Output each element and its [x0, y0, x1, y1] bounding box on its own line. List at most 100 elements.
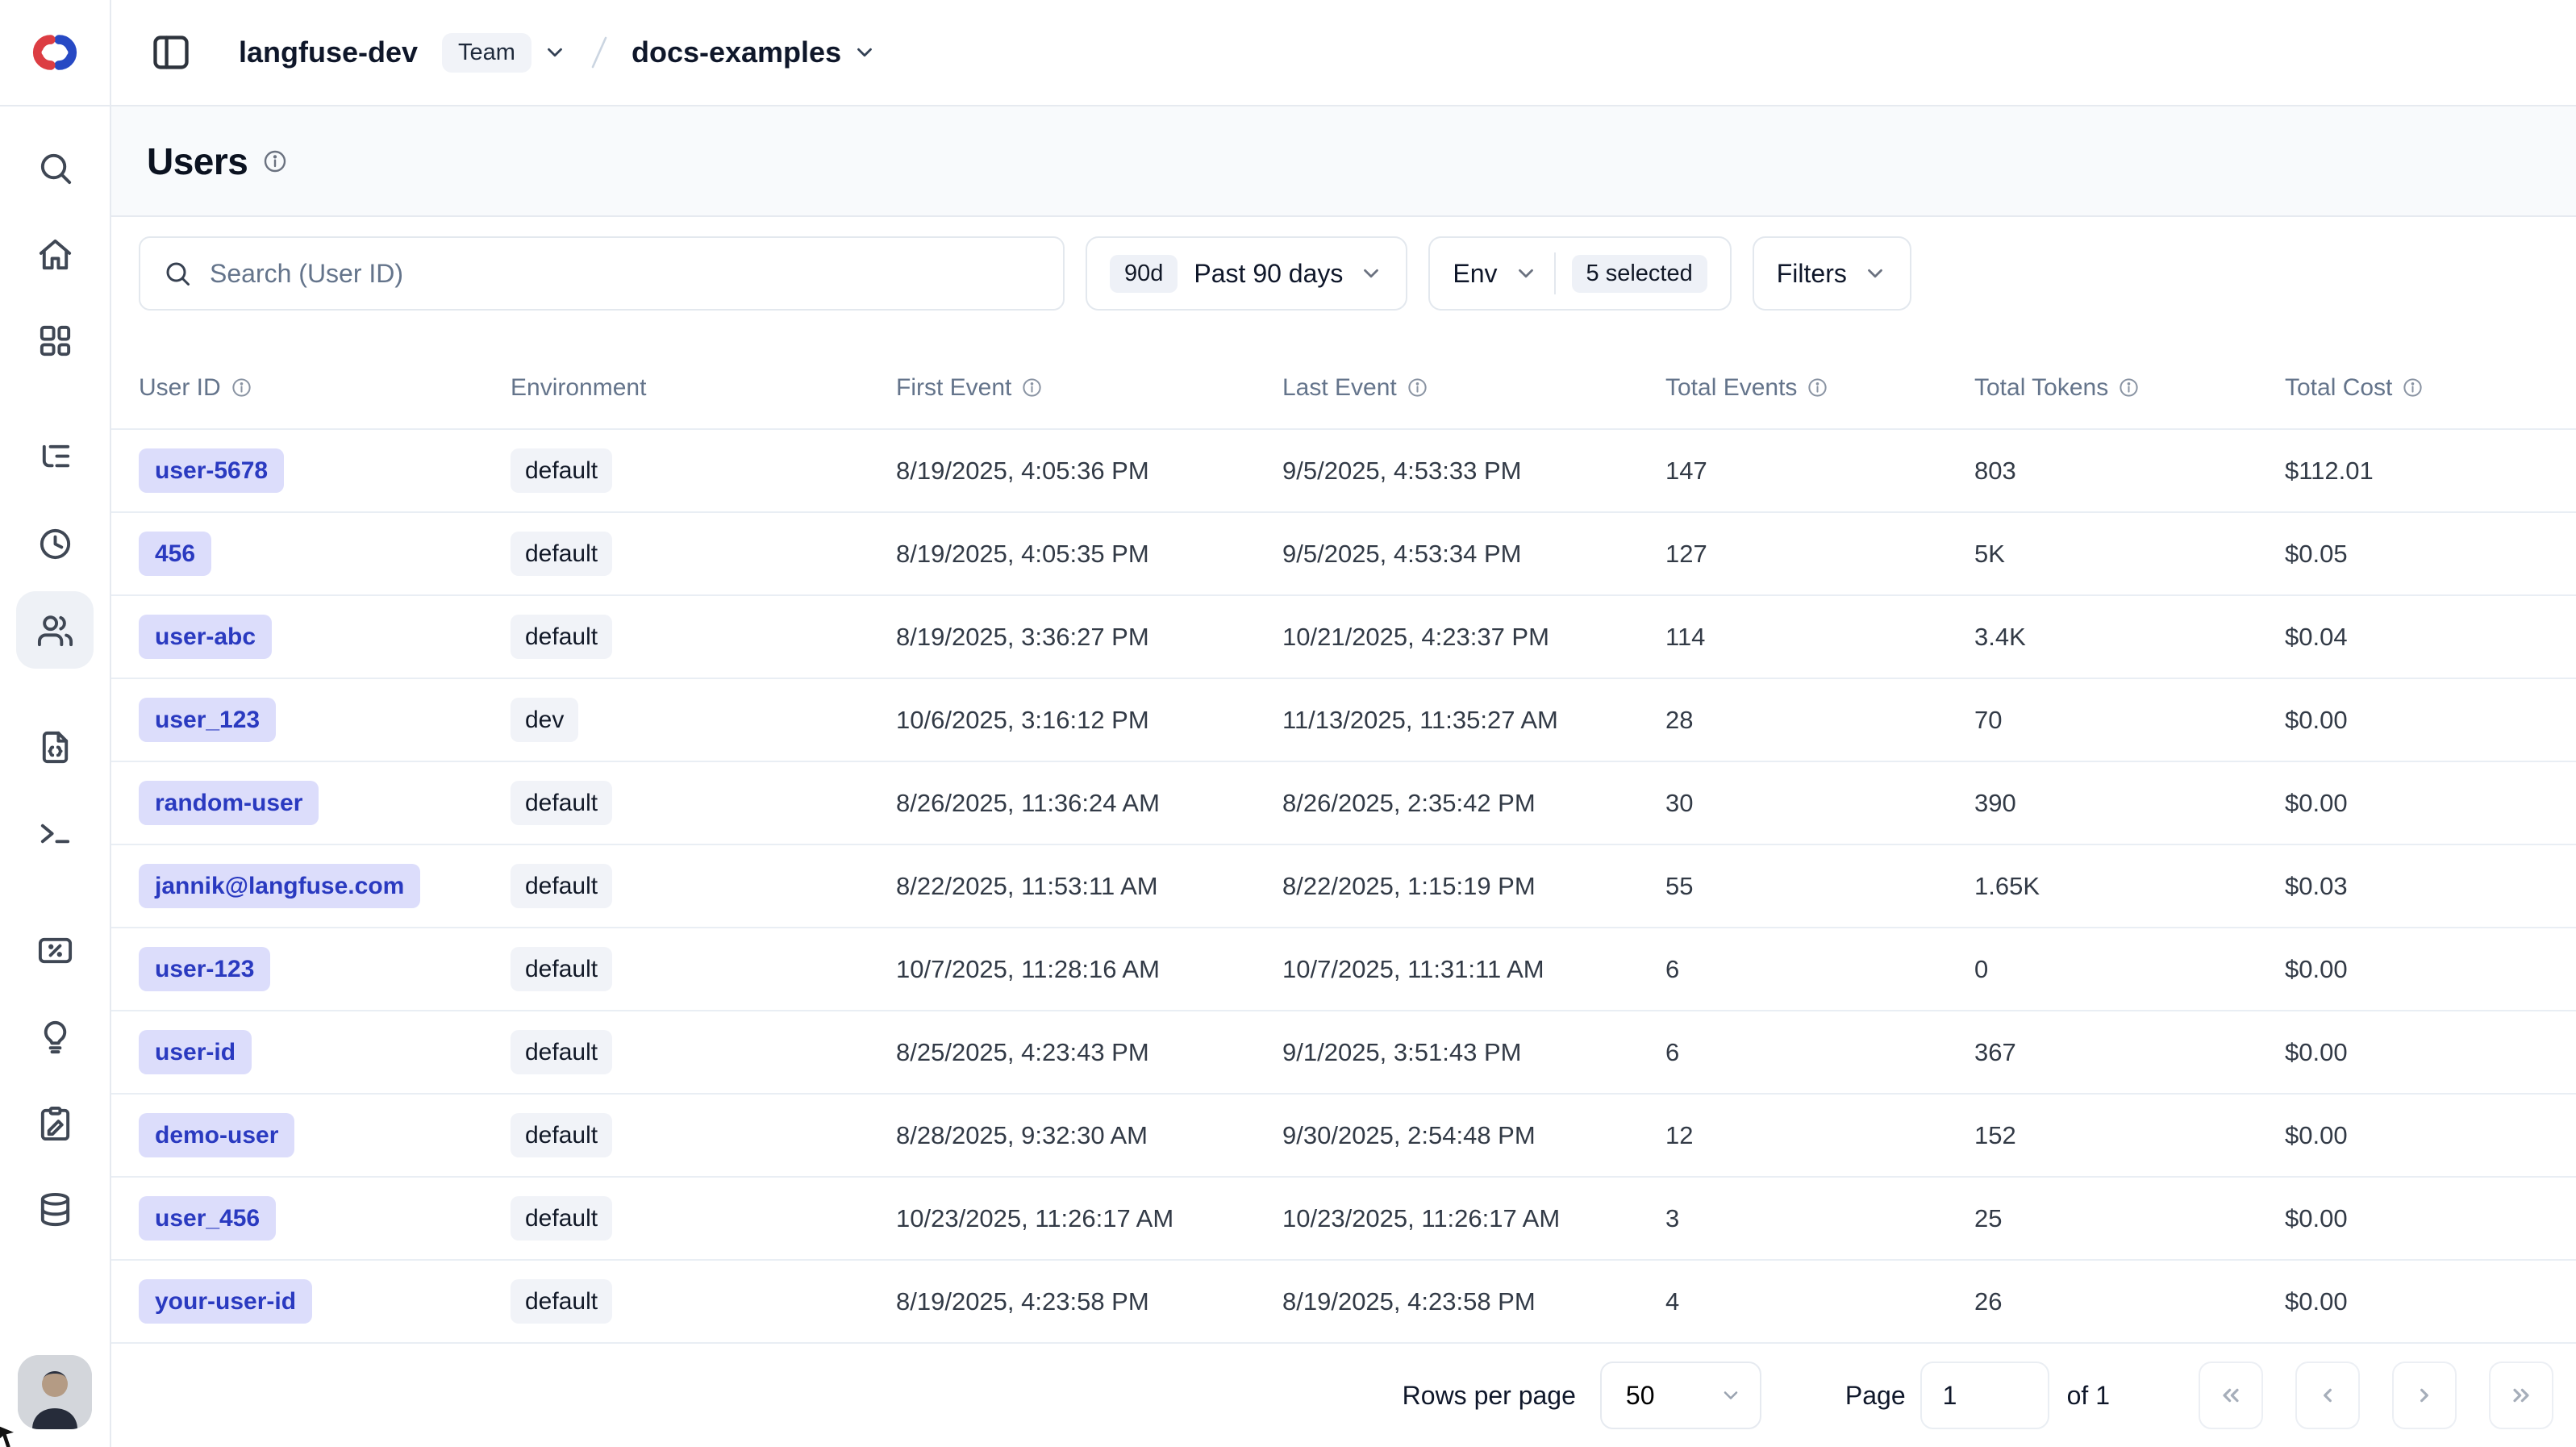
environment-filter-button[interactable]: Env 5 selected — [1428, 236, 1731, 311]
sidebar-item-datasets[interactable] — [16, 1170, 94, 1248]
sidebar-toggle-button[interactable] — [145, 27, 197, 78]
sidebar-item-users[interactable] — [16, 591, 94, 669]
table-row[interactable]: user_456 default 10/23/2025, 11:26:17 AM… — [111, 1178, 2576, 1261]
user-avatar[interactable] — [18, 1355, 92, 1429]
total-cost-cell: $0.00 — [2285, 1287, 2576, 1316]
org-type-badge: Team — [442, 33, 531, 73]
sidebar-item-playground[interactable] — [16, 794, 94, 872]
content: 90d Past 90 days Env 5 selected — [111, 217, 2576, 1447]
chevron-down-icon — [852, 40, 877, 65]
environment-badge: default — [511, 947, 612, 992]
column-header-environment[interactable]: Environment — [511, 374, 896, 402]
rows-per-page-select[interactable]: 50 — [1600, 1362, 1761, 1429]
last-page-button[interactable] — [2489, 1362, 2553, 1429]
last-event-cell: 10/7/2025, 11:31:11 AM — [1282, 955, 1665, 984]
user-id-cell: user_123 — [139, 698, 511, 743]
table-row[interactable]: user_123 dev 10/6/2025, 3:16:12 PM 11/13… — [111, 679, 2576, 762]
previous-page-button[interactable] — [2295, 1362, 2360, 1429]
environment-cell: default — [511, 615, 896, 660]
info-icon[interactable] — [1807, 377, 1828, 398]
user-id-badge[interactable]: user_123 — [139, 698, 276, 743]
column-header-total-cost[interactable]: Total Cost — [2285, 374, 2576, 402]
user-id-badge[interactable]: jannik@langfuse.com — [139, 864, 420, 909]
user-id-badge[interactable]: user_456 — [139, 1196, 276, 1241]
table-row[interactable]: user-123 default 10/7/2025, 11:28:16 AM … — [111, 928, 2576, 1011]
clipboard-pen-icon — [36, 1104, 74, 1142]
user-id-badge[interactable]: random-user — [139, 781, 319, 826]
environment-cell: default — [511, 864, 896, 909]
total-tokens-cell: 367 — [1974, 1038, 2285, 1067]
sidebar-item-scores[interactable] — [16, 911, 94, 989]
info-icon[interactable] — [2402, 377, 2424, 398]
info-icon[interactable] — [2118, 377, 2140, 398]
user-id-badge[interactable]: user-5678 — [139, 448, 284, 494]
sidebar-item-prompts[interactable] — [16, 708, 94, 786]
bottom-row: Users 90d Past 90 days — [0, 106, 2576, 1447]
total-events-cell: 127 — [1665, 540, 1974, 569]
column-header-total-events[interactable]: Total Events — [1665, 374, 1974, 402]
user-id-badge[interactable]: user-id — [139, 1030, 252, 1075]
total-cost-cell: $0.00 — [2285, 955, 2576, 984]
info-icon[interactable] — [1021, 377, 1043, 398]
table-row[interactable]: user-5678 default 8/19/2025, 4:05:36 PM … — [111, 430, 2576, 513]
table-row[interactable]: random-user default 8/26/2025, 11:36:24 … — [111, 762, 2576, 845]
chevron-right-icon — [2411, 1382, 2437, 1408]
total-events-cell: 114 — [1665, 623, 1974, 652]
sidebar-item-annotation[interactable] — [16, 1084, 94, 1161]
sidebar-item-tracing[interactable] — [16, 419, 94, 496]
last-event-cell: 8/19/2025, 4:23:58 PM — [1282, 1287, 1665, 1316]
next-page-button[interactable] — [2392, 1362, 2457, 1429]
environment-badge: default — [511, 1279, 612, 1324]
sidebar — [0, 106, 111, 1447]
total-tokens-cell: 5K — [1974, 540, 2285, 569]
table-row[interactable]: user-id default 8/25/2025, 4:23:43 PM 9/… — [111, 1011, 2576, 1095]
environment-cell: dev — [511, 698, 896, 743]
chevrons-left-icon — [2218, 1382, 2244, 1408]
environment-cell: default — [511, 1030, 896, 1075]
table-body: user-5678 default 8/19/2025, 4:05:36 PM … — [111, 430, 2576, 1344]
environment-cell: default — [511, 1279, 896, 1324]
avatar-image — [18, 1355, 92, 1429]
column-header-first-event[interactable]: First Event — [896, 374, 1282, 402]
first-event-cell: 8/22/2025, 11:53:11 AM — [896, 872, 1282, 901]
info-icon[interactable] — [1407, 377, 1428, 398]
sidebar-item-sessions[interactable] — [16, 505, 94, 582]
filters-button[interactable]: Filters — [1753, 236, 1911, 311]
table-row[interactable]: demo-user default 8/28/2025, 9:32:30 AM … — [111, 1095, 2576, 1178]
table-row[interactable]: user-abc default 8/19/2025, 3:36:27 PM 1… — [111, 596, 2576, 679]
last-event-cell: 9/5/2025, 4:53:33 PM — [1282, 457, 1665, 486]
total-events-cell: 55 — [1665, 872, 1974, 901]
date-range-button[interactable]: 90d Past 90 days — [1086, 236, 1407, 311]
first-page-button[interactable] — [2199, 1362, 2263, 1429]
project-selector[interactable]: docs-examples — [631, 35, 877, 69]
column-header-last-event[interactable]: Last Event — [1282, 374, 1665, 402]
user-id-cell: 456 — [139, 532, 511, 577]
table-row[interactable]: your-user-id default 8/19/2025, 4:23:58 … — [111, 1261, 2576, 1344]
environment-badge: default — [511, 448, 612, 494]
environment-cell: default — [511, 1196, 896, 1241]
page-number-input[interactable] — [1920, 1362, 2049, 1429]
sidebar-item-search[interactable] — [16, 129, 94, 206]
user-id-cell: user_456 — [139, 1196, 511, 1241]
table-row[interactable]: 456 default 8/19/2025, 4:05:35 PM 9/5/20… — [111, 513, 2576, 596]
user-id-badge[interactable]: user-abc — [139, 615, 272, 660]
info-icon[interactable] — [231, 377, 252, 398]
sidebar-item-home[interactable] — [16, 215, 94, 293]
rows-per-page-value: 50 — [1626, 1381, 1655, 1411]
organization-selector[interactable]: langfuse-dev Team — [239, 33, 567, 73]
chevron-down-icon — [543, 40, 567, 65]
table-row[interactable]: jannik@langfuse.com default 8/22/2025, 1… — [111, 845, 2576, 928]
search-input[interactable] — [210, 259, 1040, 289]
page-info-icon[interactable] — [262, 148, 288, 174]
sidebar-item-dashboards[interactable] — [16, 302, 94, 379]
user-id-badge[interactable]: your-user-id — [139, 1279, 312, 1324]
user-id-badge[interactable]: 456 — [139, 532, 211, 577]
total-events-cell: 3 — [1665, 1204, 1974, 1233]
user-id-badge[interactable]: demo-user — [139, 1113, 294, 1158]
home-icon — [36, 236, 74, 273]
column-header-user-id[interactable]: User ID — [139, 374, 511, 402]
user-id-badge[interactable]: user-123 — [139, 947, 270, 992]
column-header-total-tokens[interactable]: Total Tokens — [1974, 374, 2285, 402]
total-tokens-cell: 26 — [1974, 1287, 2285, 1316]
sidebar-item-llm-as-a-judge[interactable] — [16, 998, 94, 1075]
